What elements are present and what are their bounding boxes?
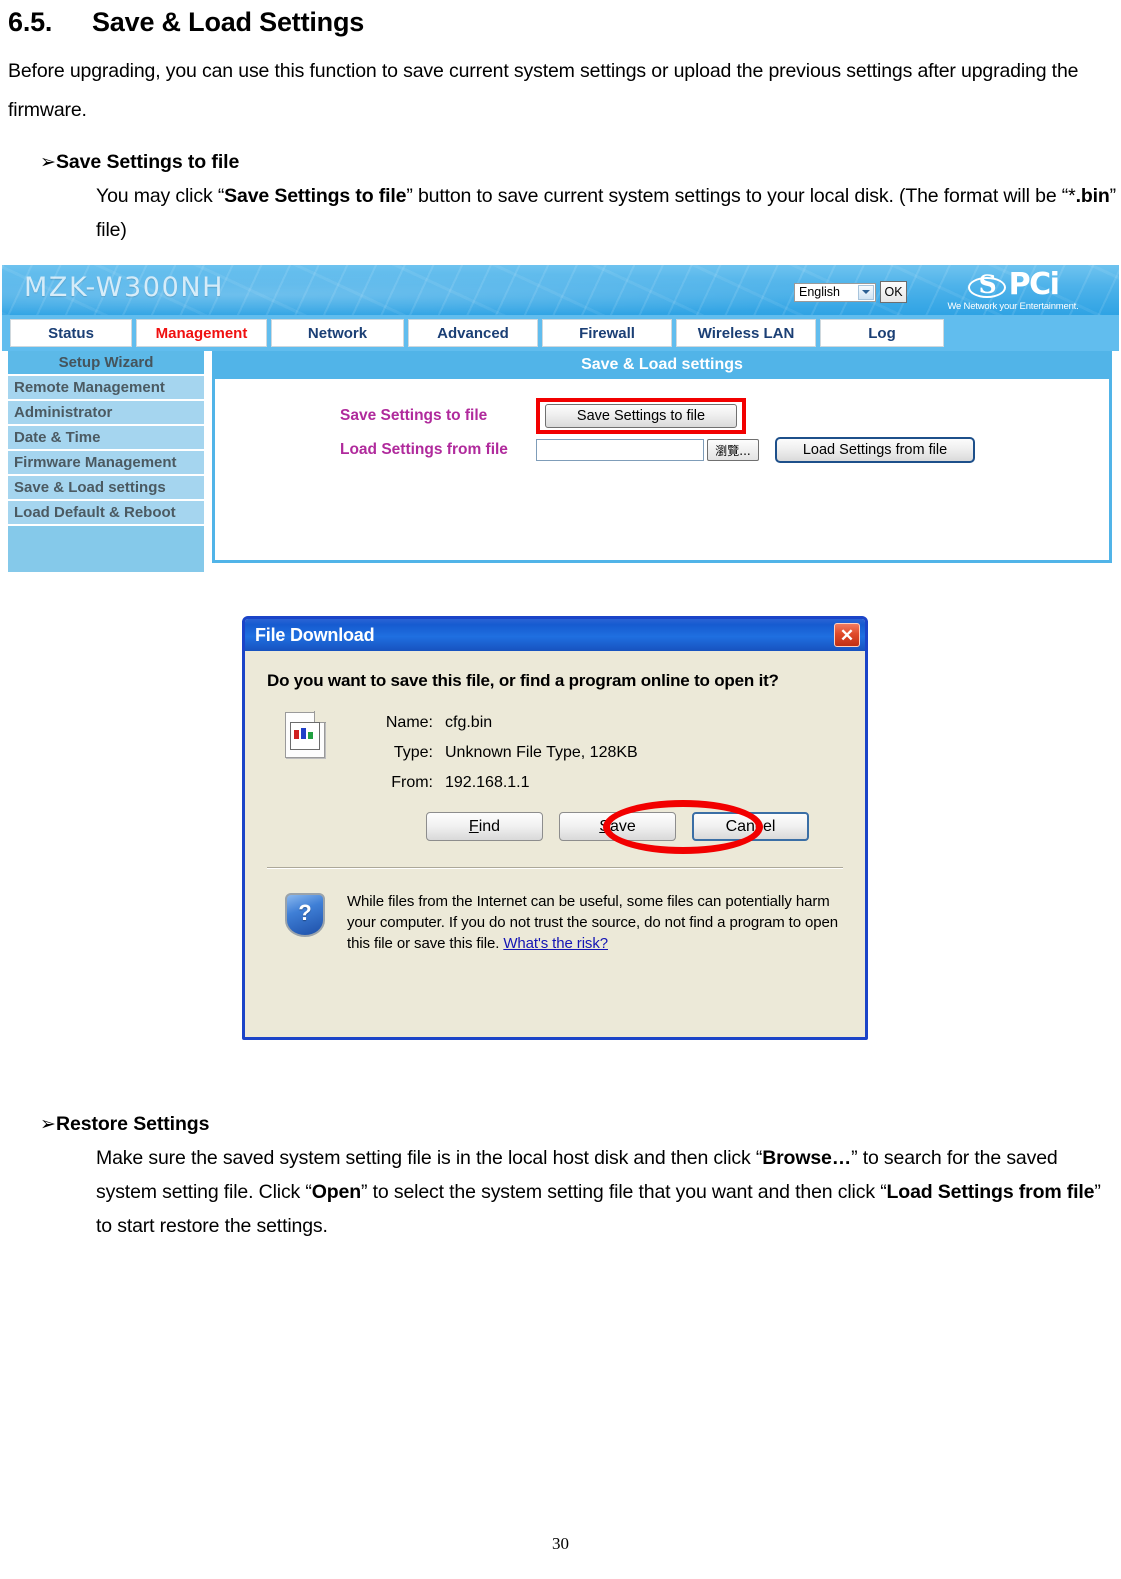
file-name-key: Name:: [385, 714, 433, 731]
text-run-bold: Save Settings to file: [224, 185, 407, 207]
tab-management[interactable]: Management: [136, 319, 267, 347]
pci-globe-icon: S: [967, 270, 1006, 299]
ok-button[interactable]: OK: [880, 281, 907, 303]
save-accel: S: [599, 817, 610, 835]
save-settings-row: Save Settings to file Save Settings to f…: [340, 398, 1040, 434]
sidebar-item-setup-wizard[interactable]: Setup Wizard: [8, 351, 204, 376]
language-select-value: English: [799, 285, 840, 299]
file-icon: [285, 711, 326, 758]
shield-question-icon: ?: [285, 893, 325, 937]
close-icon[interactable]: ✕: [834, 623, 860, 647]
dialog-content: Do you want to save this file, or find a…: [245, 651, 865, 989]
router-body: Setup Wizard Remote Management Administr…: [2, 351, 1119, 575]
text-run: ” button to save current system settings…: [406, 185, 1076, 207]
file-name-value: cfg.bin: [445, 714, 493, 731]
find-accel: F: [468, 817, 479, 835]
page-number: 30: [552, 1534, 569, 1553]
save-label: ave: [609, 817, 636, 835]
text-run: You may click “: [96, 185, 225, 207]
load-settings-row: Load Settings from file 瀏覽... Load Setti…: [340, 433, 1040, 467]
file-name-row: Name: cfg.bin: [367, 708, 638, 738]
sidebar-item-administrator[interactable]: Administrator: [8, 401, 204, 426]
page-title: 6.5. Save & Load Settings: [8, 4, 1116, 40]
save-button-highlight: Save Settings to file: [536, 398, 746, 434]
sidebar-filler: [8, 526, 204, 572]
dialog-separator: [267, 867, 843, 869]
tab-network[interactable]: Network: [271, 319, 404, 347]
router-nav-tabs: Status Management Network Advanced Firew…: [2, 315, 1119, 351]
warning-text: While files from the Internet can be use…: [347, 891, 843, 954]
tab-status[interactable]: Status: [10, 319, 132, 347]
text-run-bold: .bin: [1075, 185, 1110, 207]
arrow-bullet-icon: ➢: [40, 1114, 56, 1135]
tab-wireless-lan[interactable]: Wireless LAN: [676, 319, 816, 347]
sidebar-item-remote-management[interactable]: Remote Management: [8, 376, 204, 401]
sidebar-item-firmware-management[interactable]: Firmware Management: [8, 451, 204, 476]
text-run: Make sure the saved system setting file …: [96, 1147, 763, 1169]
file-type-row: Type: Unknown File Type, 128KB: [367, 738, 638, 768]
find-button[interactable]: Find: [426, 812, 543, 841]
dialog-title-bar: File Download ✕: [245, 619, 865, 651]
dialog-warning: ? While files from the Internet can be u…: [267, 891, 843, 954]
arrow-bullet-icon: ➢: [40, 152, 56, 173]
dialog-title: File Download: [255, 624, 375, 645]
cancel-button[interactable]: Cancel: [692, 812, 809, 841]
dialog-question: Do you want to save this file, or find a…: [267, 671, 779, 690]
pci-brand-name: PCi: [1008, 267, 1060, 302]
browse-button[interactable]: 瀏覽...: [707, 439, 759, 461]
pci-tagline: We Network your Entertainment.: [947, 301, 1079, 312]
file-info: Name: cfg.bin Type: Unknown File Type, 1…: [267, 708, 843, 798]
language-select[interactable]: English: [794, 282, 876, 302]
find-label: ind: [478, 817, 501, 835]
document-body-lower: ➢ Restore Settings Make sure the saved s…: [8, 1108, 1116, 1243]
sidebar-item-save-load-settings[interactable]: Save & Load settings: [8, 476, 204, 501]
file-download-dialog: File Download ✕ Do you want to save this…: [242, 616, 868, 1040]
panel-title: Save & Load settings: [212, 351, 1112, 379]
file-from-row: From: 192.168.1.1: [367, 768, 638, 798]
tab-log[interactable]: Log: [820, 319, 944, 347]
file-from-value: 192.168.1.1: [445, 774, 530, 791]
pci-mark-letter: S: [978, 270, 997, 299]
bullet-body: You may click “Save Settings to file” bu…: [96, 179, 1116, 247]
router-sidebar: Setup Wizard Remote Management Administr…: [8, 351, 204, 572]
section-title-text: Save & Load Settings: [92, 7, 365, 37]
file-path-input[interactable]: [536, 439, 704, 461]
document-body: 6.5. Save & Load Settings Before upgradin…: [8, 0, 1116, 247]
bullet-save-settings: ➢ Save Settings to file You may click “S…: [8, 146, 1116, 247]
file-from-key: From:: [391, 774, 433, 791]
bullet-body: Make sure the saved system setting file …: [96, 1141, 1116, 1243]
intro-paragraph: Before upgrading, you can use this funct…: [8, 60, 1079, 121]
sidebar-item-load-default-reboot[interactable]: Load Default & Reboot: [8, 501, 204, 526]
tab-firewall[interactable]: Firewall: [542, 319, 672, 347]
router-admin-screenshot: MZK-W300NH English OK S PCi We Network y…: [2, 265, 1119, 575]
file-type-value: Unknown File Type, 128KB: [445, 744, 638, 761]
section-number: 6.5.: [8, 7, 53, 37]
text-run-bold: Open: [311, 1181, 362, 1203]
bullet-restore-settings: ➢ Restore Settings Make sure the saved s…: [8, 1108, 1116, 1243]
sidebar-item-date-time[interactable]: Date & Time: [8, 426, 204, 451]
tab-advanced[interactable]: Advanced: [408, 319, 538, 347]
save-settings-label: Save Settings to file: [340, 407, 488, 424]
bullet-heading: Save Settings to file: [56, 151, 240, 173]
file-type-key: Type:: [393, 744, 433, 761]
dialog-button-row: Find Save Cancel: [267, 800, 843, 854]
load-settings-label: Load Settings from file: [340, 441, 508, 458]
router-header: MZK-W300NH English OK S PCi We Network y…: [2, 265, 1119, 315]
text-run-bold: Load Settings from file: [886, 1181, 1095, 1203]
router-model-name: MZK-W300NH: [24, 272, 225, 303]
text-run-bold: Browse…: [762, 1147, 852, 1169]
bullet-heading: Restore Settings: [56, 1113, 210, 1135]
language-controls: English OK: [794, 281, 907, 303]
load-settings-from-file-button[interactable]: Load Settings from file: [775, 437, 975, 463]
chevron-down-icon[interactable]: [858, 284, 874, 300]
save-button[interactable]: Save: [559, 812, 676, 841]
save-load-form: Save Settings to file Save Settings to f…: [340, 398, 1040, 467]
save-settings-to-file-button[interactable]: Save Settings to file: [545, 404, 737, 428]
file-detail-rows: Name: cfg.bin Type: Unknown File Type, 1…: [367, 708, 638, 798]
whats-the-risk-link[interactable]: What's the risk?: [503, 935, 608, 952]
pci-logo: S PCi We Network your Entertainment.: [915, 269, 1111, 313]
text-run: ” to select the system setting file that…: [361, 1181, 887, 1203]
